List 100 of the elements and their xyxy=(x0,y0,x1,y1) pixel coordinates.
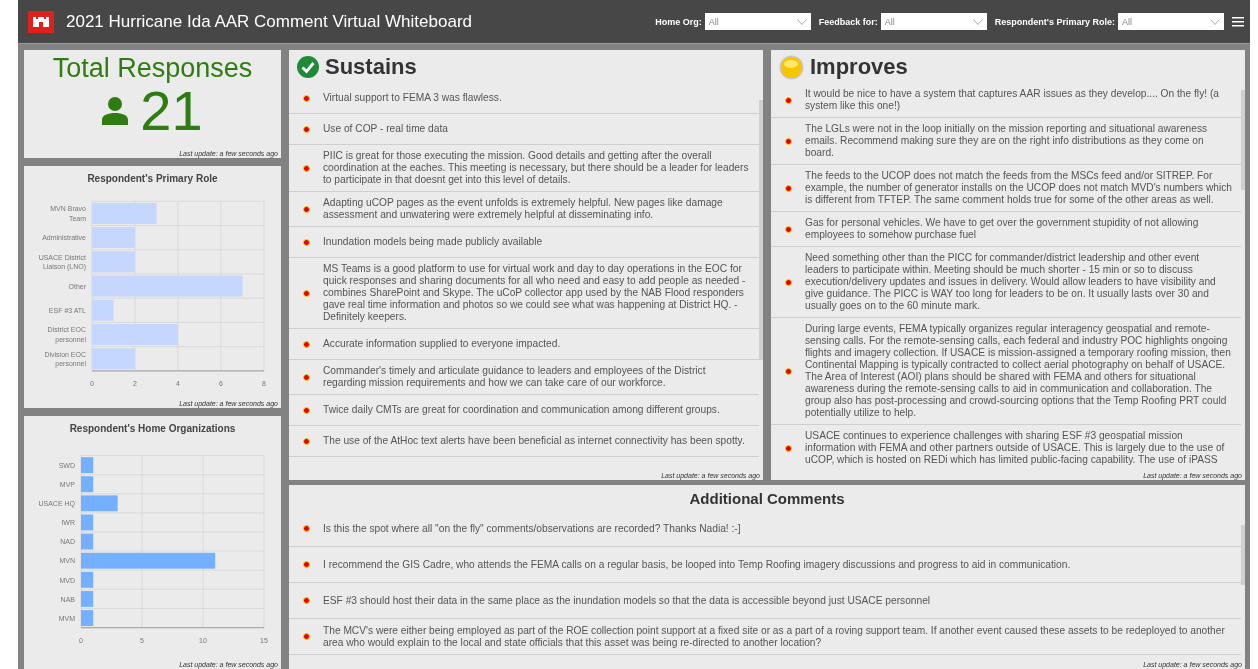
bullet-icon xyxy=(303,205,310,213)
bar xyxy=(81,571,94,588)
axis-tick-label: 8 xyxy=(262,378,266,389)
menu-icon[interactable] xyxy=(1232,16,1244,27)
comment-text: The feeds to the UCOP does not match the feeds from the MSCs feed and/or SITREP. For example, the number of generator installs on the UCOP does not match MVD's numbers which is different from TFTEP. The same comment holds true for some of the other areas as well. xyxy=(805,170,1233,206)
category-label: MVN Bravo Team xyxy=(50,203,86,224)
comment-text: It would be nice to have a system that captures AAR issues as they develop.... On the fly! (a system like this one!) xyxy=(805,88,1220,112)
category-label: SWD xyxy=(58,460,75,470)
bullet-icon xyxy=(785,184,792,192)
bullet-icon xyxy=(785,96,792,104)
bullet-icon xyxy=(303,597,310,604)
bullet-icon xyxy=(303,633,310,640)
comment-text: ESF #3 should host their data in the same place as the inundation models so that the data is accessible beyond just USACE personnel xyxy=(323,594,931,607)
bar xyxy=(81,591,94,607)
category-label: MVN xyxy=(59,556,75,566)
category-label: NAB xyxy=(60,594,75,604)
panel-title: Improves xyxy=(810,54,908,80)
bar xyxy=(92,251,135,273)
bar xyxy=(81,610,94,627)
category-label: Other xyxy=(68,281,86,291)
filter-label: Home Org: xyxy=(655,16,702,27)
bar xyxy=(81,495,118,512)
bar xyxy=(92,348,135,370)
category-label: Division EOC personnel xyxy=(44,349,86,369)
axis-tick-label: 2 xyxy=(133,378,137,389)
scrollbar[interactable] xyxy=(1241,525,1245,585)
comment-text: Need something other than the PICC for commander/district leadership and other event leaders to participate within. Meeting should be much shorter - 15 min or so to discuss execution/delivery updates and issues in delivery. Would allow leaders to have visibility and give guidance. The PICC is WAY too long for leaders to be on. It usually lasts over 30 and usually goes on to the 60 minute mark. xyxy=(805,252,1217,312)
comment-text: The use of the AtHoc text alerts have been beneficial as internet connectivity has been spotty. xyxy=(323,435,745,447)
panel-title: Additional Comments xyxy=(689,490,845,507)
castle-logo-icon xyxy=(28,10,54,33)
panel-title: Sustains xyxy=(325,54,417,80)
caret-icon xyxy=(1210,18,1220,25)
bar xyxy=(92,202,157,224)
bar xyxy=(81,457,94,474)
category-label: MVP xyxy=(59,479,75,489)
bar xyxy=(92,227,135,249)
comment-text: Is this the spot where all "on the fly" comments/observations are recorded? Thanks Nadia! :-] xyxy=(323,522,741,535)
category-label: MVD xyxy=(59,575,75,585)
axis-tick-label: 5 xyxy=(140,635,144,645)
comment-text: During large events, FEMA typically organizes regular interagency geospatial and remote-sensing calls. For the remote-sensing calls, each federal and industry POC highlights ongoing flights and imagery collection. If USACE is mission-assigned a temporary roofing mission, then Continental Mapping is typically contracted to collect aerial photography on behalf of USACE. The Area of Interest (AOI) plans should be shared with FEMA and others for situational awareness during the remote-sensing calls to aid in communication and collaboration. The group also has post-processing and crowd-sourcing options that the Temp Roofing PRT could potentially utilize to help. xyxy=(805,323,1232,419)
axis-tick-label: 15 xyxy=(260,635,268,645)
filter-label: Respondent's Primary Role: xyxy=(994,16,1115,27)
bullet-icon xyxy=(303,125,310,133)
comment-text: Inundation models being made publicly available xyxy=(323,236,543,248)
response-count: 21 xyxy=(140,82,203,140)
axis-tick-label: 0 xyxy=(79,635,83,645)
bullet-icon xyxy=(303,94,310,102)
bullet-icon xyxy=(785,137,792,145)
comment-text: The MCV's were either being employed as part of the ROE collection point support at a fixed site or as a part of a roving support team. If another event caused these assets to be redeployed to another area who would explain to the local and state officials that this asset was being re-directed to another location? xyxy=(323,624,1226,649)
category-label: USACE District Liaison (LNO) xyxy=(38,252,86,272)
comment-text: MS Teams is a good platform to use for virtual work and day to day operations in the EOC for quick responses and sharing documents for all who need and easy to add people as needed - combines SharePoint and Skype. The uCoP collector app used by the NAB Flood responders gave real time information and photos so we could see what was happening at District HQ. - Definitely keepers. xyxy=(323,263,747,323)
check-icon xyxy=(297,56,319,78)
bullet-icon xyxy=(303,289,310,297)
category-label: ESF #3 ATL xyxy=(48,305,86,316)
dashboard-title: 2021 Hurricane Ida AAR Comment Virtual Whiteboard xyxy=(66,11,473,32)
category-label: Administrative xyxy=(42,233,86,243)
bullet-icon xyxy=(303,238,310,246)
bullet-icon xyxy=(785,444,792,452)
bullet-icon xyxy=(785,225,792,233)
category-label: USACE HQ xyxy=(38,498,75,509)
category-label: NAD xyxy=(60,537,75,547)
filter-dropdown[interactable]: All xyxy=(880,13,987,30)
bullet-icon xyxy=(303,406,310,414)
bar xyxy=(81,533,94,550)
comment-text: Gas for personal vehicles. We have to get over the government stupidity of not allowing employees to somehow purchase fuel xyxy=(805,217,1200,241)
comment-text: PIIC is great for those executing the mission. Good details and getting after the overall coordination at the eaches. This meeting is necessary, but there should be a leader for leaders to participate in that doesnt get into this level of details. xyxy=(323,150,750,186)
comment-text: Use of COP - real time data xyxy=(323,123,448,135)
comment-text: Adapting uCOP pages as the event unfolds is extremely helpful. New pages like damage assessment and unwatering were extremely helpful at disseminating info. xyxy=(323,197,724,221)
bullet-icon xyxy=(303,561,310,568)
comment-text: I recommend the GIS Cadre, who attends the FEMA calls on a regular basis, be looped into Temp Roofing imagery discussions and progress to aid in communication. xyxy=(323,558,1071,571)
bullet-icon xyxy=(303,340,310,348)
person-icon xyxy=(102,97,129,125)
filter-dropdown[interactable]: All xyxy=(1118,13,1224,30)
filter-label: Feedback for: xyxy=(818,16,878,27)
status-circle-icon xyxy=(779,54,804,80)
filter-dropdown[interactable]: All xyxy=(704,13,811,30)
comment-text: The LGLs were not in the loop initially on the mission reporting and situational awareness emails. Recommend making sure they are on the right info distributions as they come on board. xyxy=(805,123,1209,159)
scrollbar[interactable] xyxy=(1241,90,1245,190)
indicator-title: Total Responses xyxy=(52,53,253,84)
caret-icon xyxy=(972,18,983,25)
axis-tick-label: 6 xyxy=(219,378,223,389)
bar xyxy=(81,514,94,531)
bullet-icon xyxy=(303,164,310,172)
category-label: IWR xyxy=(61,517,75,528)
axis-tick-label: 10 xyxy=(199,635,207,645)
bar xyxy=(92,299,114,321)
bullet-icon xyxy=(303,525,310,532)
bar xyxy=(81,476,94,493)
bullet-icon xyxy=(785,278,792,286)
axis-tick-label: 0 xyxy=(90,378,94,389)
comment-text: Commander's timely and articulate guidance to leaders and employees of the District regarding mission requirements and how we can take care of our workforce. xyxy=(323,365,707,389)
scrollbar[interactable] xyxy=(759,100,763,360)
category-label: MVM xyxy=(58,613,75,623)
caret-icon xyxy=(796,18,807,25)
comment-text: Accurate information supplied to everyone impacted. xyxy=(323,338,561,350)
bullet-icon xyxy=(303,437,310,445)
bullet-icon xyxy=(785,367,792,375)
comment-text: USACE continues to experience challenges with sharing ESF #3 geospatial mission information with FEMA and other partners outside of USACE. This is largely due to the use of uCOP, which is hosted on REDi which has limited public-facing capability. The use of iPASS xyxy=(805,430,1226,466)
chart-title: Respondent's Home Organizations xyxy=(68,423,237,434)
category-label: District EOC personnel xyxy=(47,325,86,345)
